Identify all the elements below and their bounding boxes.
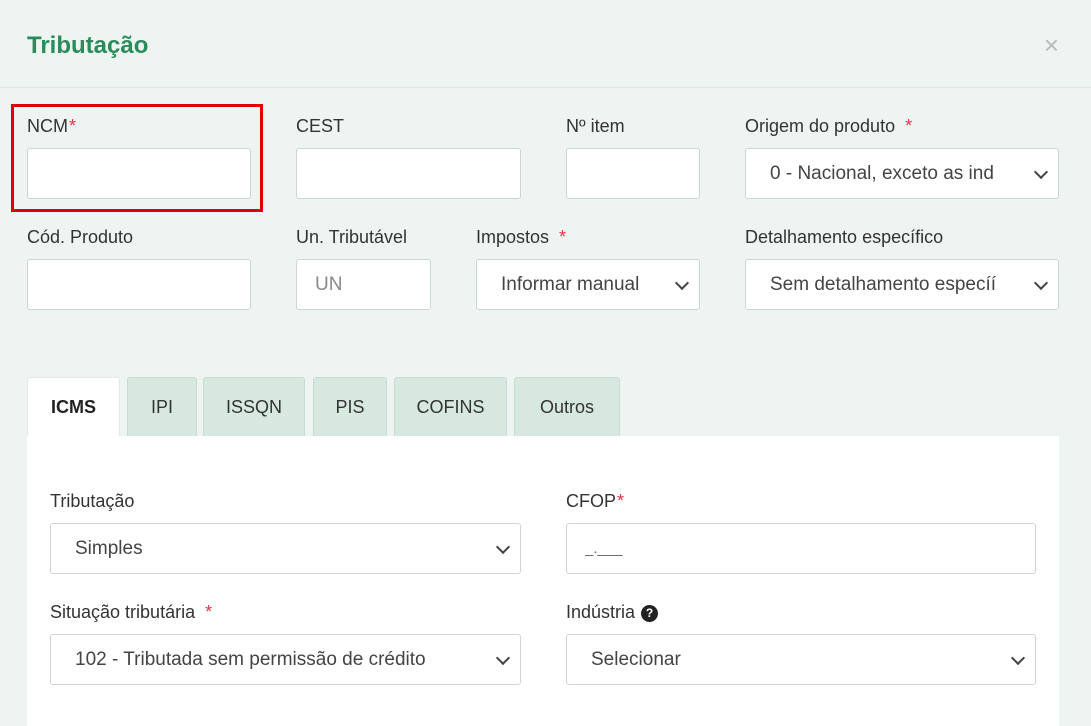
tab-ipi[interactable]: IPI: [127, 377, 197, 437]
origem-select[interactable]: 0 - Nacional, exceto as ind: [745, 148, 1059, 199]
tab-cofins[interactable]: COFINS: [394, 377, 507, 437]
chevron-down-icon: [674, 275, 690, 290]
cod-produto-label: Cód. Produto: [27, 227, 134, 247]
item-no-input[interactable]: [566, 148, 700, 199]
chevron-down-icon: [1010, 650, 1026, 665]
cfop-input[interactable]: _.___: [566, 523, 1036, 574]
un-tributavel-input[interactable]: UN: [296, 259, 431, 310]
detalhamento-label: Detalhamento específico: [745, 227, 944, 247]
chevron-down-icon: [495, 650, 511, 665]
info-icon[interactable]: ?: [641, 605, 659, 622]
modal-title: Tributação: [27, 32, 149, 59]
chevron-down-icon: [1033, 275, 1049, 290]
tab-outros[interactable]: Outros: [514, 377, 620, 437]
detalhamento-select[interactable]: Sem detalhamento especíí: [745, 259, 1059, 310]
tab-pis[interactable]: PIS: [313, 377, 387, 437]
origem-label: Origem do produto *: [745, 116, 913, 136]
impostos-select[interactable]: Informar manual: [476, 259, 700, 310]
situacao-label: Situação tributária *: [50, 602, 213, 622]
chevron-down-icon: [495, 539, 511, 554]
modal-header: Tributação ×: [0, 0, 1091, 88]
close-icon[interactable]: ×: [1044, 32, 1059, 58]
un-tributavel-label: Un. Tributável: [296, 227, 408, 247]
industria-label: Indústria?: [566, 602, 659, 623]
tributacao-select[interactable]: Simples: [50, 523, 521, 574]
cod-produto-input[interactable]: [27, 259, 251, 310]
cest-input[interactable]: [296, 148, 521, 199]
cest-label: CEST: [296, 116, 345, 136]
chevron-down-icon: [1033, 164, 1049, 179]
item-no-label: Nº item: [566, 116, 625, 136]
tab-icms[interactable]: ICMS: [27, 377, 120, 437]
ncm-highlight-box: [11, 104, 263, 212]
tab-issqn[interactable]: ISSQN: [203, 377, 305, 437]
situacao-select[interactable]: 102 - Tributada sem permissão de crédito: [50, 634, 521, 685]
industria-select[interactable]: Selecionar: [566, 634, 1036, 685]
tributacao-label: Tributação: [50, 491, 135, 511]
cfop-label: CFOP*: [566, 491, 625, 511]
impostos-label: Impostos *: [476, 227, 567, 247]
